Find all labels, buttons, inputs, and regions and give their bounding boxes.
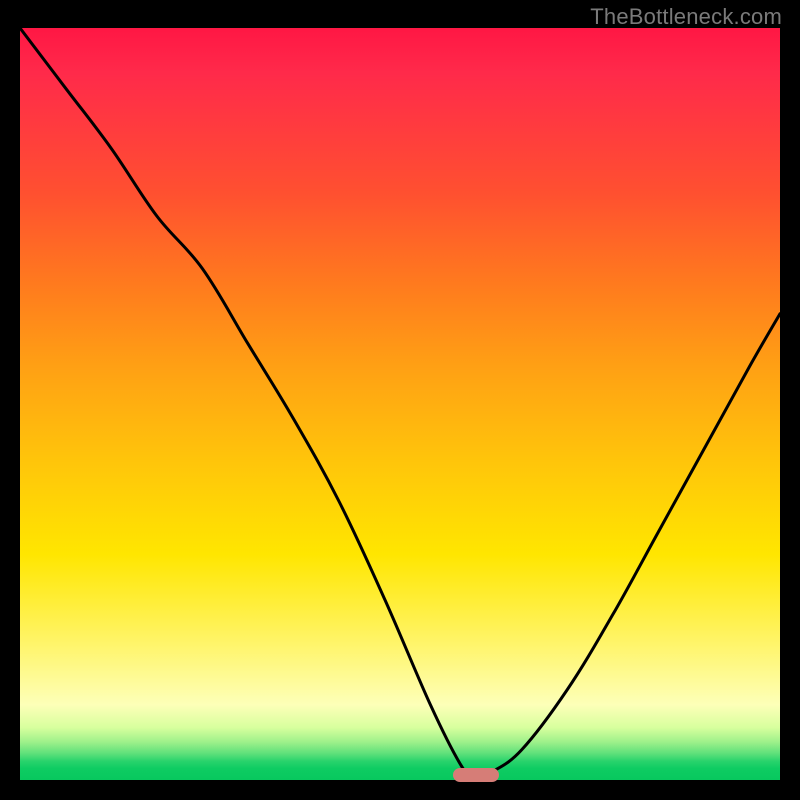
plot-area bbox=[20, 28, 780, 780]
watermark-text: TheBottleneck.com bbox=[590, 4, 782, 30]
minimum-marker bbox=[453, 768, 499, 782]
bottleneck-curve bbox=[20, 28, 780, 780]
chart-frame: TheBottleneck.com bbox=[0, 0, 800, 800]
